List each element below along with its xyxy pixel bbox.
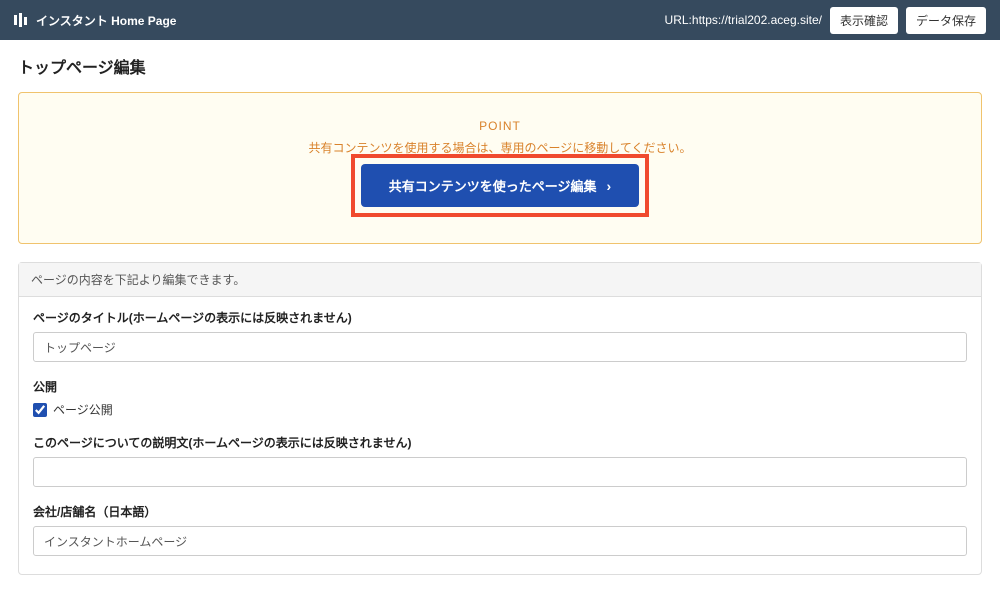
header-left: インスタント Home Page: [14, 12, 176, 29]
panel-body: ページのタイトル(ホームページの表示には反映されません) 公開 ページ公開 この…: [19, 297, 981, 574]
company-group: 会社/店舗名（日本語）: [33, 503, 967, 556]
company-label: 会社/店舗名（日本語）: [33, 503, 967, 520]
point-label: POINT: [39, 119, 961, 133]
description-input[interactable]: [33, 457, 967, 487]
company-input[interactable]: [33, 526, 967, 556]
publish-label: 公開: [33, 378, 967, 395]
description-label: このページについての説明文(ホームページの表示には反映されません): [33, 434, 967, 451]
publish-checkbox-row: ページ公開: [33, 401, 967, 418]
page-title-input[interactable]: [33, 332, 967, 362]
app-header: インスタント Home Page URL:https://trial202.ac…: [0, 0, 1000, 40]
page-title: トップページ編集: [18, 54, 982, 78]
point-box: POINT 共有コンテンツを使用する場合は、専用のページに移動してください。 共…: [18, 92, 982, 244]
shared-content-button-label: 共有コンテンツを使ったページ編集: [389, 176, 597, 195]
publish-group: 公開 ページ公開: [33, 378, 967, 418]
description-group: このページについての説明文(ホームページの表示には反映されません): [33, 434, 967, 487]
shared-content-edit-button[interactable]: 共有コンテンツを使ったページ編集 ›: [361, 164, 639, 207]
preview-button[interactable]: 表示確認: [830, 7, 898, 34]
page-title-label: ページのタイトル(ホームページの表示には反映されません): [33, 309, 967, 326]
publish-checkbox-label: ページ公開: [53, 401, 113, 418]
brand-text: インスタント Home Page: [36, 12, 176, 29]
chevron-right-icon: ›: [607, 178, 612, 194]
edit-panel: ページの内容を下記より編集できます。 ページのタイトル(ホームページの表示には反…: [18, 262, 982, 575]
logo-icon: [14, 13, 30, 27]
publish-checkbox[interactable]: [33, 403, 47, 417]
main-container: トップページ編集 POINT 共有コンテンツを使用する場合は、専用のページに移動…: [0, 40, 1000, 589]
header-right: URL:https://trial202.aceg.site/ 表示確認 データ…: [665, 7, 986, 34]
save-button[interactable]: データ保存: [906, 7, 986, 34]
panel-header: ページの内容を下記より編集できます。: [19, 263, 981, 297]
page-title-group: ページのタイトル(ホームページの表示には反映されません): [33, 309, 967, 362]
url-display: URL:https://trial202.aceg.site/: [665, 13, 822, 27]
highlight-frame: 共有コンテンツを使ったページ編集 ›: [351, 154, 649, 217]
